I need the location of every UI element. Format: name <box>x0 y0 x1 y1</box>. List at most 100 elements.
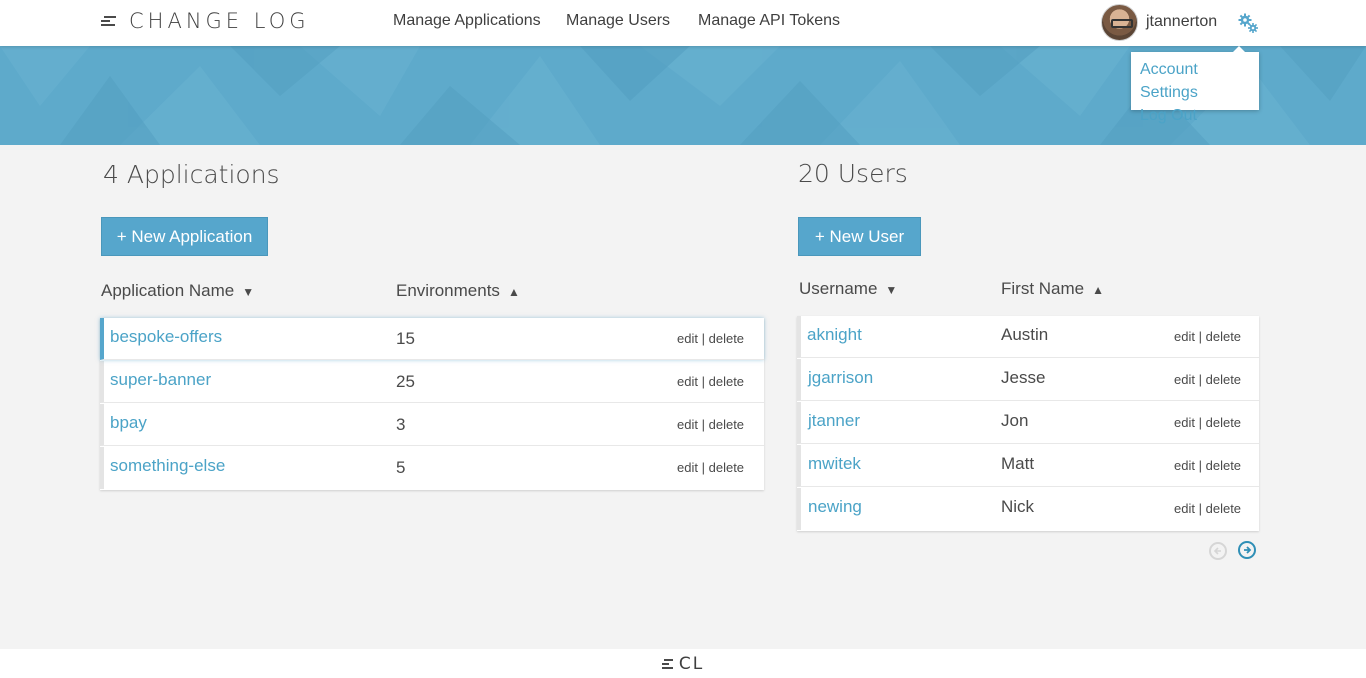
users-table: aknight Austin edit | delete jgarrison J… <box>797 316 1259 531</box>
gears-icon[interactable] <box>1237 12 1259 34</box>
delete-link[interactable]: delete <box>709 374 744 389</box>
separator: | <box>701 460 705 475</box>
edit-link[interactable]: edit <box>1174 501 1195 516</box>
account-dropdown: Account Settings Log Out <box>1131 46 1259 124</box>
application-name-link[interactable]: bpay <box>110 413 147 433</box>
username-label[interactable]: jtannerton <box>1146 13 1217 31</box>
first-name: Jon <box>1001 411 1029 430</box>
application-name-link[interactable]: something-else <box>110 456 225 476</box>
edit-link[interactable]: edit <box>677 417 698 432</box>
delete-link[interactable]: delete <box>1206 415 1241 430</box>
sort-down-icon: ▼ <box>242 285 255 299</box>
account-settings-link[interactable]: Account Settings <box>1140 58 1250 104</box>
footer-logo[interactable]: CL <box>661 653 705 674</box>
nav-manage-api-tokens[interactable]: Manage API Tokens <box>698 12 840 30</box>
sort-up-icon: ▲ <box>507 285 520 299</box>
column-header-label: Environments <box>396 281 500 300</box>
menu-lines-icon <box>101 14 117 28</box>
username-link[interactable]: aknight <box>807 325 862 345</box>
first-name: Jesse <box>1001 368 1046 387</box>
column-header-environments[interactable]: Environments ▲ <box>396 281 520 301</box>
column-header-label: Application Name <box>101 281 235 300</box>
table-row: aknight Austin edit | delete <box>797 316 1259 358</box>
column-header-label: Username <box>799 279 878 298</box>
row-actions: edit | delete <box>677 417 744 432</box>
environments-count: 3 <box>396 415 406 434</box>
applications-table: bespoke-offers 15 edit | delete super-ba… <box>100 318 764 490</box>
username-link[interactable]: jgarrison <box>808 368 873 388</box>
row-actions: edit | delete <box>1174 501 1241 516</box>
applications-title: 4 Applications <box>103 160 280 189</box>
menu-lines-icon <box>661 658 674 670</box>
username-link[interactable]: mwitek <box>808 454 861 474</box>
edit-link[interactable]: edit <box>677 460 698 475</box>
first-name: Matt <box>1001 454 1035 473</box>
nav-manage-applications[interactable]: Manage Applications <box>393 12 541 30</box>
log-out-link[interactable]: Log Out <box>1140 104 1250 127</box>
column-header-application-name[interactable]: Application Name ▼ <box>101 281 254 301</box>
column-header-first-name[interactable]: First Name ▲ <box>1001 279 1104 299</box>
delete-link[interactable]: delete <box>709 417 744 432</box>
brand-logo[interactable]: CHANGE LOG <box>101 9 310 33</box>
row-actions: edit | delete <box>1174 415 1241 430</box>
separator: | <box>1198 415 1202 430</box>
environments-count: 25 <box>396 372 415 391</box>
first-name: Nick <box>1001 497 1035 516</box>
column-header-label: First Name <box>1001 279 1085 298</box>
table-row: bpay 3 edit | delete <box>100 404 764 446</box>
environments-count: 15 <box>396 329 415 348</box>
sort-down-icon: ▼ <box>885 283 898 297</box>
first-name: Austin <box>1001 325 1049 344</box>
application-name-link[interactable]: bespoke-offers <box>110 327 222 347</box>
separator: | <box>1198 458 1202 473</box>
table-row: mwitek Matt edit | delete <box>797 445 1259 487</box>
row-actions: edit | delete <box>1174 458 1241 473</box>
edit-link[interactable]: edit <box>1174 329 1195 344</box>
separator: | <box>1198 372 1202 387</box>
column-header-username[interactable]: Username ▼ <box>799 279 897 299</box>
footer: CL <box>0 649 1366 678</box>
new-user-button[interactable]: + New User <box>798 217 921 256</box>
row-actions: edit | delete <box>1174 372 1241 387</box>
environments-count: 5 <box>396 458 406 477</box>
edit-link[interactable]: edit <box>1174 458 1195 473</box>
edit-link[interactable]: edit <box>677 331 698 346</box>
username-link[interactable]: newing <box>808 497 862 517</box>
row-actions: edit | delete <box>677 331 744 346</box>
users-title: 20 Users <box>798 159 908 188</box>
row-actions: edit | delete <box>677 460 744 475</box>
row-actions: edit | delete <box>1174 329 1241 344</box>
delete-link[interactable]: delete <box>709 460 744 475</box>
delete-link[interactable]: delete <box>1206 458 1241 473</box>
nav-manage-users[interactable]: Manage Users <box>566 12 670 30</box>
delete-link[interactable]: delete <box>1206 372 1241 387</box>
table-row: newing Nick edit | delete <box>797 488 1259 530</box>
delete-link[interactable]: delete <box>1206 501 1241 516</box>
separator: | <box>701 417 705 432</box>
separator: | <box>701 331 705 346</box>
edit-link[interactable]: edit <box>1174 372 1195 387</box>
separator: | <box>1198 329 1202 344</box>
table-row: jtanner Jon edit | delete <box>797 402 1259 444</box>
top-navbar: CHANGE LOG Manage Applications Manage Us… <box>0 0 1366 46</box>
edit-link[interactable]: edit <box>1174 415 1195 430</box>
table-row: bespoke-offers 15 edit | delete <box>100 318 764 360</box>
table-row: something-else 5 edit | delete <box>100 447 764 489</box>
sort-up-icon: ▲ <box>1092 283 1105 297</box>
footer-logo-text: CL <box>678 653 705 674</box>
separator: | <box>1198 501 1202 516</box>
username-link[interactable]: jtanner <box>808 411 860 431</box>
brand-title: CHANGE LOG <box>129 9 310 33</box>
row-actions: edit | delete <box>677 374 744 389</box>
delete-link[interactable]: delete <box>1206 329 1241 344</box>
new-application-button[interactable]: + New Application <box>101 217 268 256</box>
table-row: jgarrison Jesse edit | delete <box>797 359 1259 401</box>
arrow-right-circle-icon[interactable] <box>1238 541 1256 559</box>
delete-link[interactable]: delete <box>709 331 744 346</box>
separator: | <box>701 374 705 389</box>
table-row: super-banner 25 edit | delete <box>100 361 764 403</box>
arrow-left-circle-icon[interactable] <box>1209 542 1227 560</box>
application-name-link[interactable]: super-banner <box>110 370 211 390</box>
edit-link[interactable]: edit <box>677 374 698 389</box>
avatar[interactable] <box>1101 4 1138 41</box>
